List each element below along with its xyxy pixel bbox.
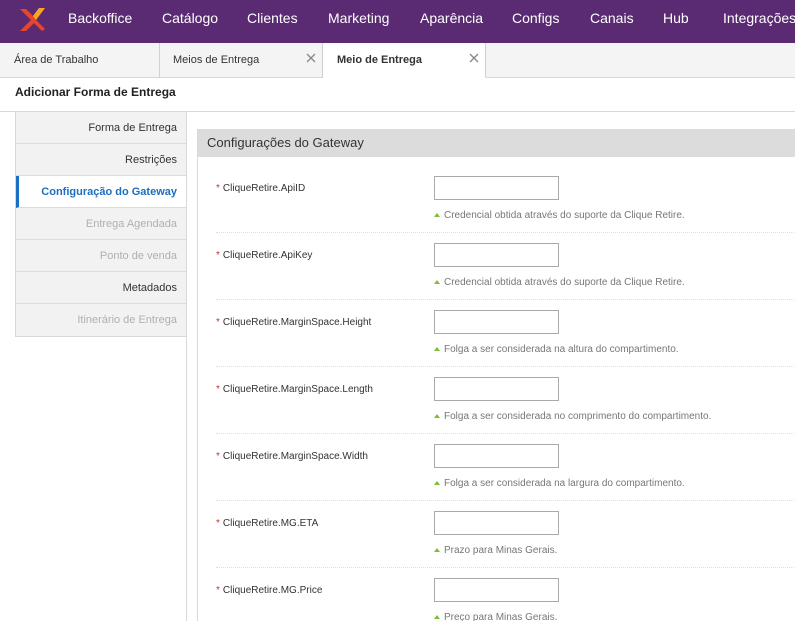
required-marker: * bbox=[216, 518, 220, 529]
required-marker: * bbox=[216, 451, 220, 462]
required-marker: * bbox=[216, 183, 220, 194]
marginspace-width-input[interactable] bbox=[434, 444, 559, 468]
field-label: * CliqueRetire.MG.ETA bbox=[216, 518, 319, 529]
tab-label: Área de Trabalho bbox=[14, 54, 99, 66]
side-item-configuracao-do-gateway[interactable]: Configuração do Gateway bbox=[16, 176, 186, 208]
tab-area-de-trabalho[interactable]: Área de Trabalho bbox=[0, 43, 160, 78]
field-label: * CliqueRetire.ApiKey bbox=[216, 250, 313, 261]
field-row-marginspace-length: * CliqueRetire.MarginSpace.Length Folga a… bbox=[216, 377, 795, 434]
hint-arrow-icon bbox=[434, 414, 440, 418]
top-navigation-bar: Backoffice Catálogo Clientes Marketing A… bbox=[0, 0, 795, 43]
side-item-metadados[interactable]: Metadados bbox=[16, 272, 186, 304]
side-divider bbox=[186, 112, 187, 621]
field-label: * CliqueRetire.MarginSpace.Length bbox=[216, 384, 373, 395]
tab-bar: Área de Trabalho Meios de Entrega Meio d… bbox=[0, 43, 795, 78]
tab-meio-de-entrega[interactable]: Meio de Entrega bbox=[323, 43, 486, 78]
side-item-forma-de-entrega[interactable]: Forma de Entrega bbox=[16, 112, 186, 144]
field-hint: Folga a ser considerada na largura do co… bbox=[434, 478, 685, 489]
field-label: * CliqueRetire.MG.Price bbox=[216, 585, 323, 596]
hint-arrow-icon bbox=[434, 615, 440, 619]
close-icon[interactable] bbox=[468, 52, 480, 64]
nav-item-marketing[interactable]: Marketing bbox=[328, 0, 389, 43]
mg-price-input[interactable] bbox=[434, 578, 559, 602]
field-row-marginspace-height: * CliqueRetire.MarginSpace.Height Folga a… bbox=[216, 310, 795, 367]
required-marker: * bbox=[216, 384, 220, 395]
required-marker: * bbox=[216, 585, 220, 596]
side-item-restricoes[interactable]: Restrições bbox=[16, 144, 186, 176]
marginspace-height-input[interactable] bbox=[434, 310, 559, 334]
side-item-itinerario-de-entrega: Itinerário de Entrega bbox=[77, 314, 177, 326]
hint-arrow-icon bbox=[434, 347, 440, 351]
field-hint: Folga a ser considerada no comprimento d… bbox=[434, 411, 711, 422]
apiid-input[interactable] bbox=[434, 176, 559, 200]
nav-item-aparencia[interactable]: Aparência bbox=[420, 0, 483, 43]
field-hint: Prazo para Minas Gerais. bbox=[434, 545, 557, 556]
hint-arrow-icon bbox=[434, 280, 440, 284]
mg-eta-input[interactable] bbox=[434, 511, 559, 535]
field-label: * CliqueRetire.MarginSpace.Width bbox=[216, 451, 368, 462]
panel-title: Configurações do Gateway bbox=[198, 129, 795, 157]
nav-item-catalogo[interactable]: Catálogo bbox=[162, 0, 218, 43]
nav-item-integracoes[interactable]: Integrações bbox=[723, 0, 795, 43]
nav-item-clientes[interactable]: Clientes bbox=[247, 0, 298, 43]
field-row-apikey: * CliqueRetire.ApiKey Credencial obtida a… bbox=[216, 243, 795, 300]
gateway-config-panel: Configurações do Gateway * CliqueRetire.A… bbox=[197, 129, 795, 621]
hint-arrow-icon bbox=[434, 548, 440, 552]
nav-item-canais[interactable]: Canais bbox=[590, 0, 634, 43]
side-item-ponto-de-venda: Ponto de venda bbox=[16, 240, 186, 272]
side-item-entrega-agendada: Entrega Agendada bbox=[16, 208, 186, 240]
page-title: Adicionar Forma de Entrega bbox=[15, 85, 176, 99]
field-row-apiid: * CliqueRetire.ApiID Credencial obtida at… bbox=[216, 176, 795, 233]
tab-label: Meio de Entrega bbox=[337, 54, 422, 66]
required-marker: * bbox=[216, 317, 220, 328]
hint-arrow-icon bbox=[434, 213, 440, 217]
tab-meios-de-entrega[interactable]: Meios de Entrega bbox=[160, 43, 323, 78]
nav-item-configs[interactable]: Configs bbox=[512, 0, 559, 43]
close-icon[interactable] bbox=[305, 52, 317, 64]
apikey-input[interactable] bbox=[434, 243, 559, 267]
app-logo-icon[interactable] bbox=[17, 5, 47, 35]
field-hint: Folga a ser considerada na altura do com… bbox=[434, 344, 679, 355]
field-hint: Preço para Minas Gerais. bbox=[434, 612, 557, 621]
hint-arrow-icon bbox=[434, 481, 440, 485]
marginspace-length-input[interactable] bbox=[434, 377, 559, 401]
nav-item-backoffice[interactable]: Backoffice bbox=[68, 0, 132, 43]
tab-label: Meios de Entrega bbox=[173, 54, 260, 66]
field-hint: Credencial obtida através do suporte da … bbox=[434, 277, 685, 288]
field-hint: Credencial obtida através do suporte da … bbox=[434, 210, 685, 221]
field-label: * CliqueRetire.MarginSpace.Height bbox=[216, 317, 372, 328]
field-row-marginspace-width: * CliqueRetire.MarginSpace.Width Folga a … bbox=[216, 444, 795, 501]
field-label: * CliqueRetire.ApiID bbox=[216, 183, 306, 194]
required-marker: * bbox=[216, 250, 220, 261]
field-row-mg-eta: * CliqueRetire.MG.ETA Prazo para Minas Ge… bbox=[216, 511, 795, 568]
side-menu: Forma de Entrega Restrições Configuração… bbox=[15, 112, 187, 337]
nav-item-hub[interactable]: Hub bbox=[663, 0, 689, 43]
field-row-mg-price: * CliqueRetire.MG.Price Preço para Minas … bbox=[216, 578, 795, 621]
